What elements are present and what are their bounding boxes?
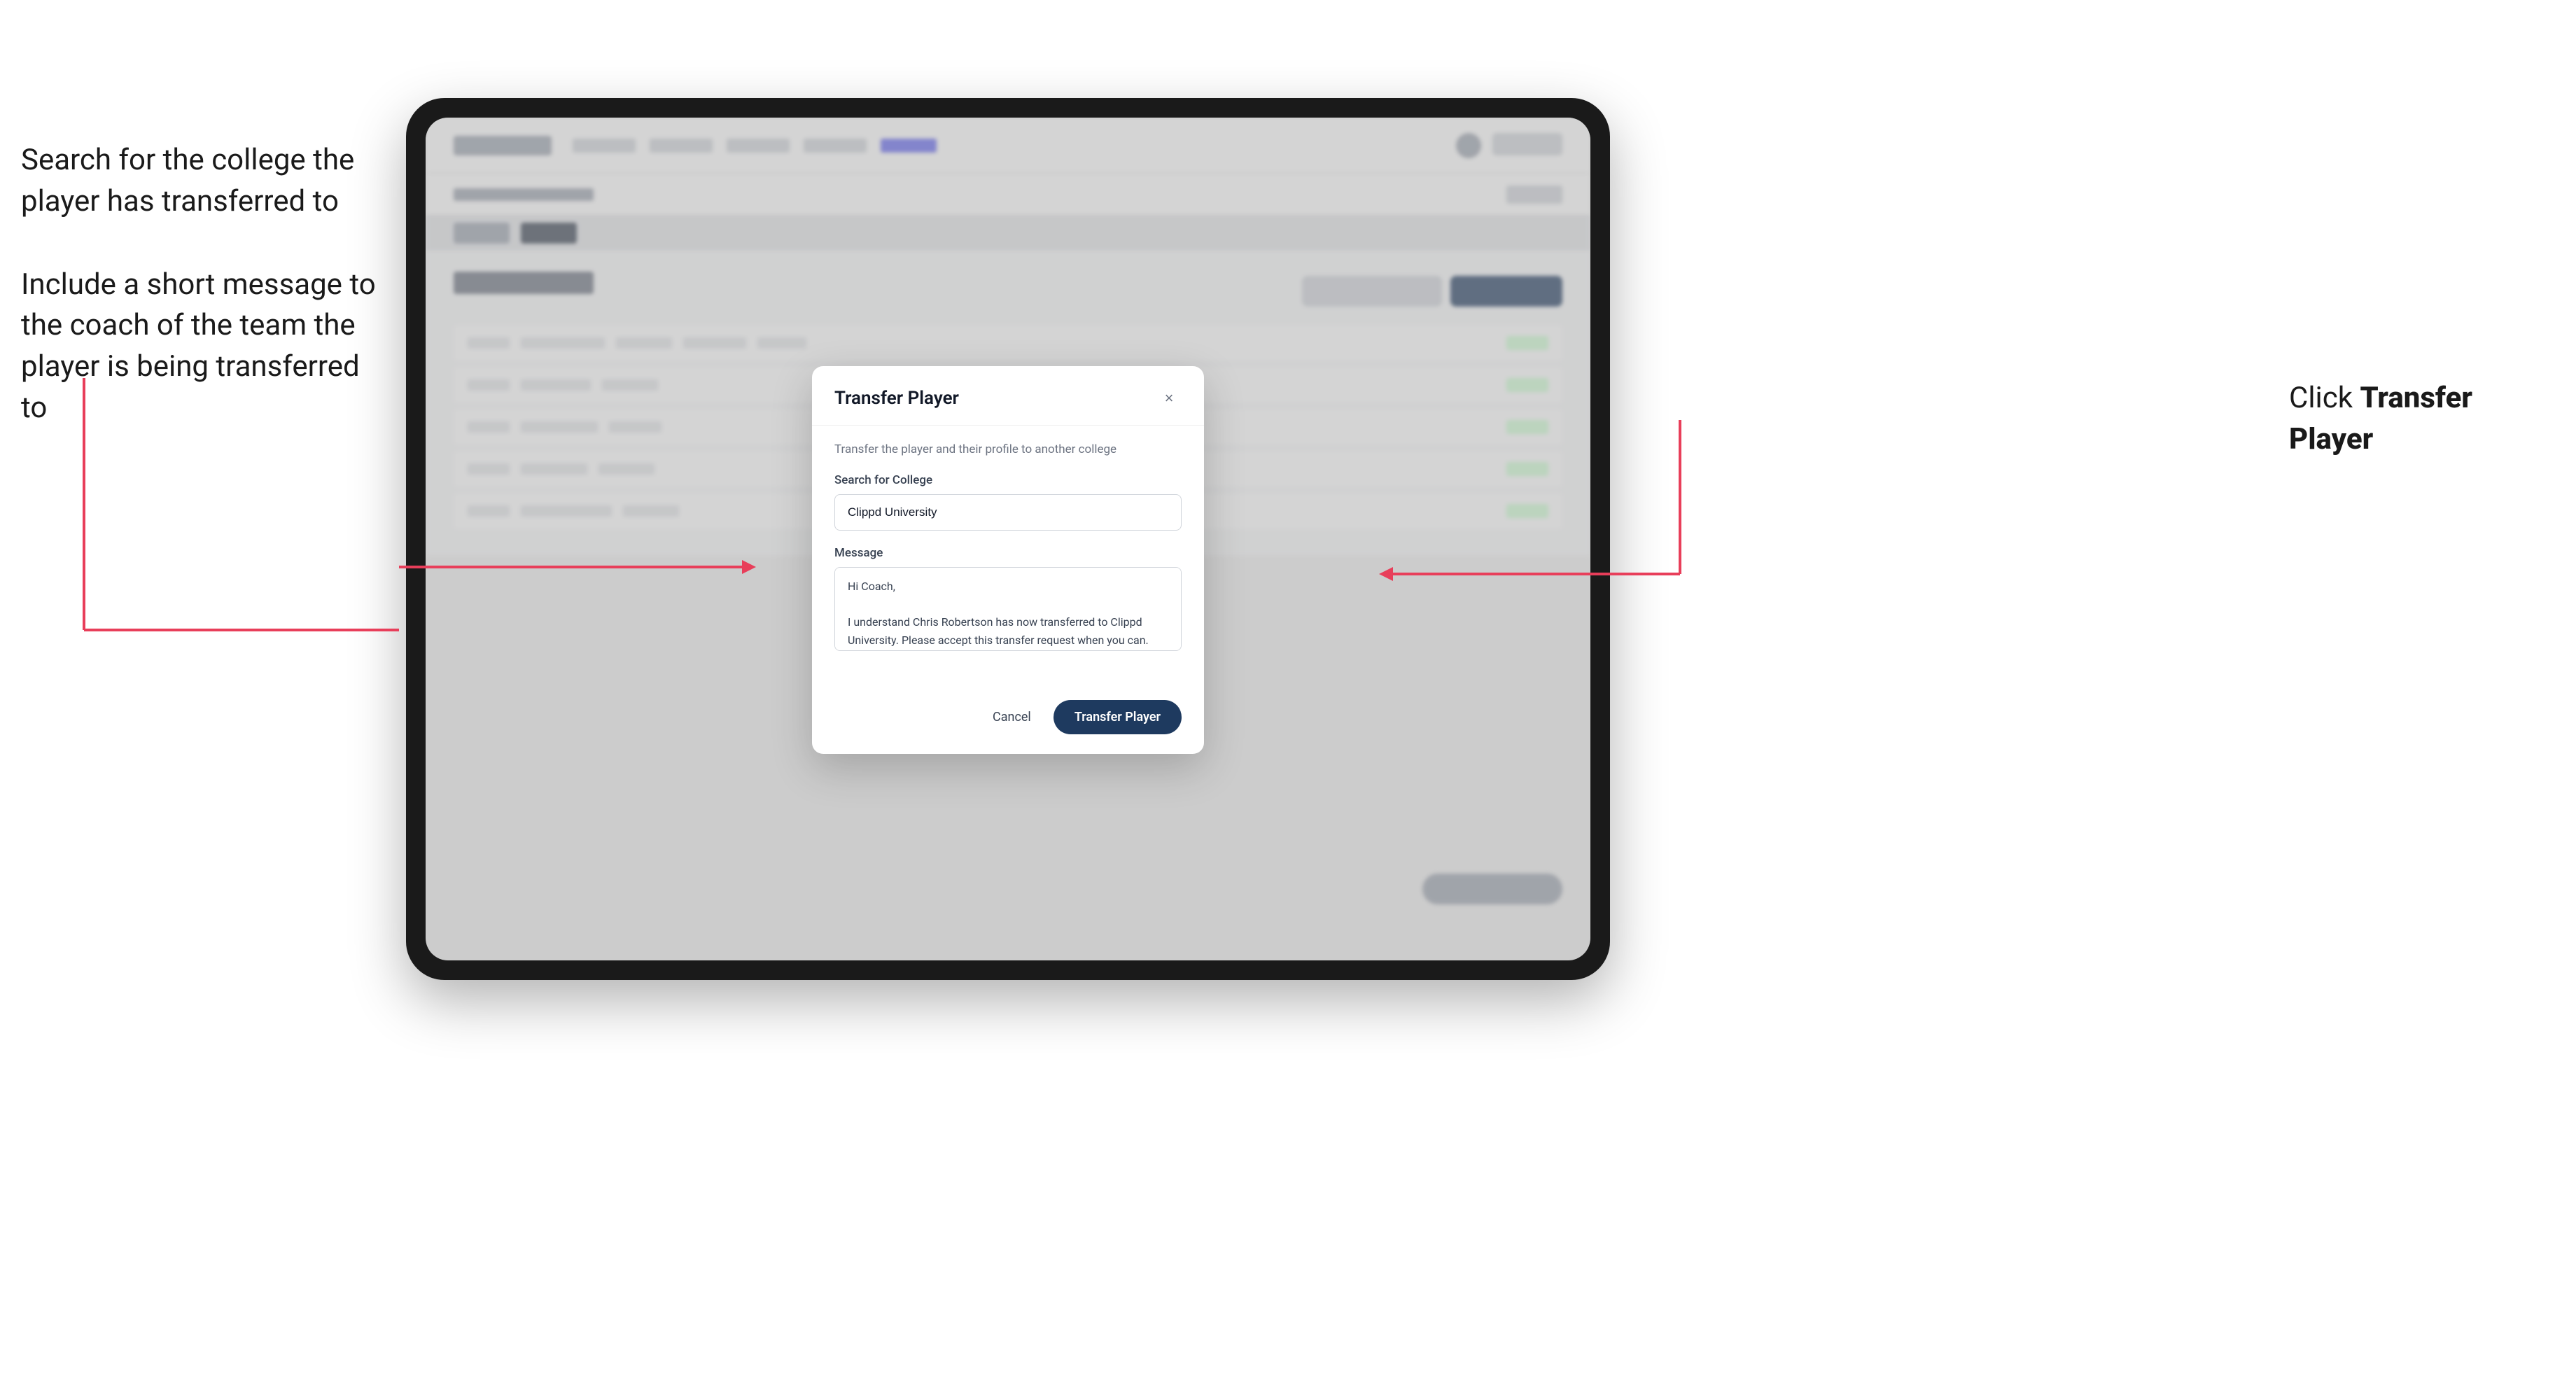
annotation-bottom-text: Include a short message to the coach of … [21,265,385,429]
transfer-player-button[interactable]: Transfer Player [1054,700,1182,734]
modal-title: Transfer Player [834,388,959,409]
annotation-right: Click Transfer Player [2289,378,2555,461]
close-icon: × [1165,389,1174,407]
modal-overlay: Transfer Player × Transfer the player an… [426,118,1590,960]
search-college-label: Search for College [834,473,1182,487]
modal-close-button[interactable]: × [1156,386,1182,411]
message-label: Message [834,546,1182,560]
message-group: Message [834,546,1182,654]
annotation-left: Search for the college the player has tr… [21,140,385,471]
tablet-device: Transfer Player × Transfer the player an… [406,98,1610,980]
modal-footer: Cancel Transfer Player [812,686,1204,754]
search-college-input[interactable] [834,494,1182,531]
annotation-top-text: Search for the college the player has tr… [21,140,385,223]
tablet-screen: Transfer Player × Transfer the player an… [426,118,1590,960]
annotation-right-text: Click Transfer Player [2289,378,2555,461]
transfer-player-modal: Transfer Player × Transfer the player an… [812,366,1204,754]
modal-subtitle: Transfer the player and their profile to… [834,442,1182,456]
search-college-group: Search for College [834,473,1182,531]
message-textarea[interactable] [834,567,1182,651]
modal-header: Transfer Player × [812,366,1204,426]
modal-body: Transfer the player and their profile to… [812,426,1204,686]
cancel-button[interactable]: Cancel [981,703,1042,732]
